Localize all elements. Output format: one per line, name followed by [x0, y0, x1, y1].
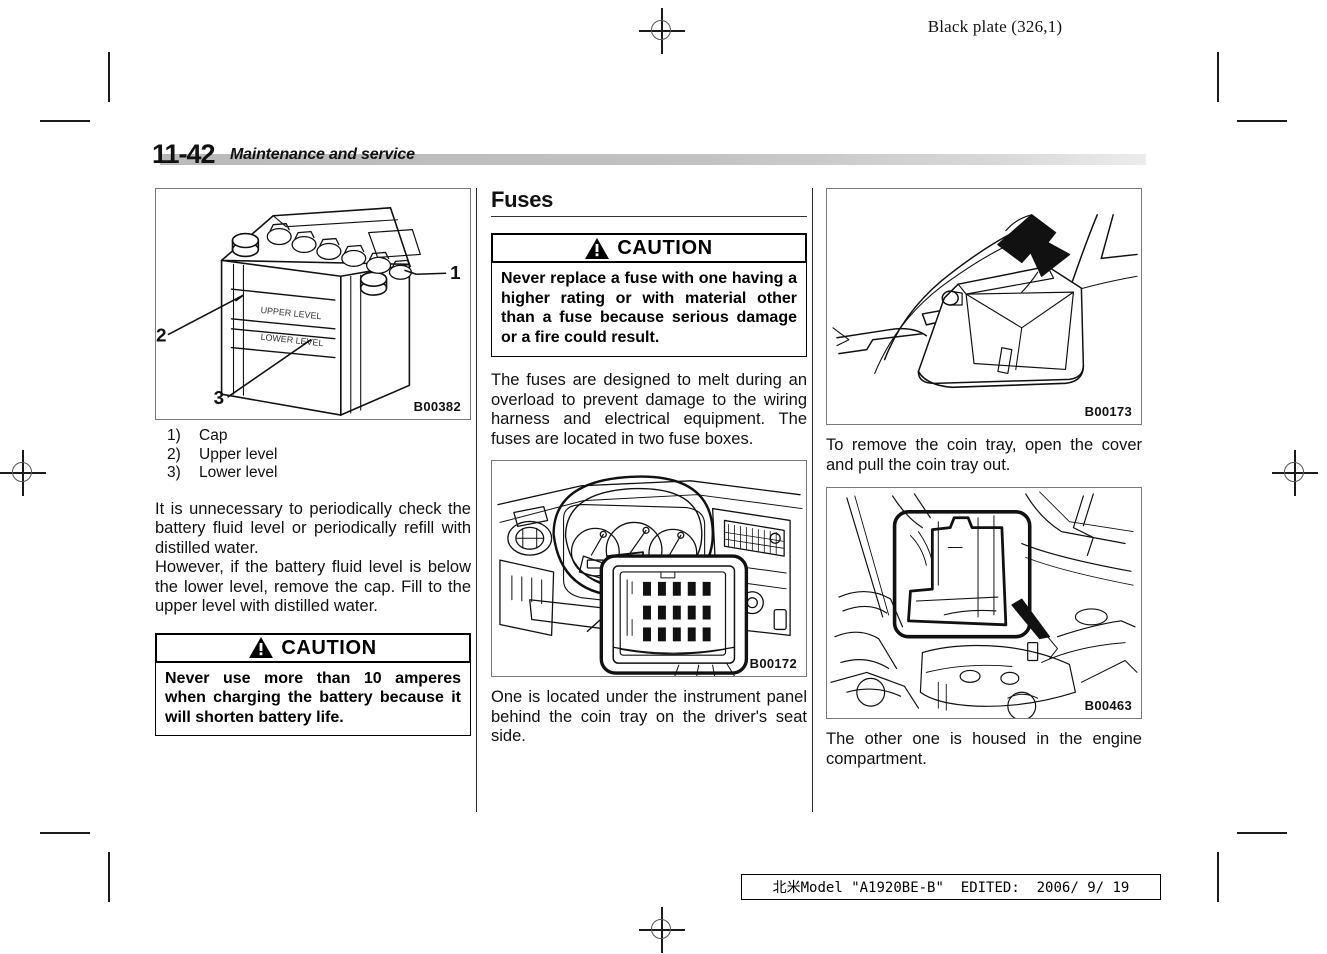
- column-left: UPPER LEVEL LOWER LEVEL 1 2 3 B00382 1) …: [155, 188, 471, 736]
- right-paragraph-2: The other one is housed in the engine co…: [826, 730, 1142, 768]
- battery-label-3: 3: [214, 387, 224, 408]
- legend-item: 2) Upper level: [155, 446, 471, 465]
- figure-code: B00382: [412, 399, 462, 414]
- right-paragraph-1: To remove the coin tray, open the cover …: [826, 436, 1142, 474]
- column-divider-1: [476, 188, 477, 812]
- registration-mark-right: [1272, 450, 1318, 496]
- coin-tray-illustration: [832, 214, 1138, 389]
- legend-item: 3) Lower level: [155, 464, 471, 483]
- legend-label: Cap: [199, 427, 228, 444]
- edition-stamp: 北米Model "A1920BE-B" EDITED: 2006/ 9/ 19: [741, 874, 1161, 900]
- middle-paragraph-1: The fuses are designed to melt during an…: [491, 371, 807, 448]
- left-paragraph-1: It is unnecessary to periodically check …: [155, 499, 471, 557]
- caution-heading: CAUTION: [617, 237, 713, 259]
- page-number: 11-42: [152, 139, 216, 169]
- registration-mark-top: [639, 8, 685, 54]
- column-divider-2: [812, 188, 813, 812]
- crop-mark-top-right: [1217, 52, 1287, 122]
- caution-text: Never use more than 10 amperes when char…: [155, 662, 471, 736]
- legend-number: 3): [167, 464, 181, 481]
- left-paragraph-2: However, if the battery fluid level is b…: [155, 558, 471, 615]
- dashboard-illustration: [497, 475, 803, 676]
- column-middle: Fuses CAUTION Never replace a fuse with …: [491, 188, 807, 747]
- engine-compartment-illustration: [830, 491, 1138, 718]
- figure-code: B00463: [1083, 698, 1133, 713]
- battery-illustration: UPPER LEVEL LOWER LEVEL 1 2 3: [156, 207, 461, 416]
- registration-mark-bottom: [639, 907, 685, 953]
- caution-text: Never replace a fuse with one having a h…: [491, 263, 807, 357]
- legend-item: 1) Cap: [155, 427, 471, 446]
- legend-label: Lower level: [199, 464, 278, 481]
- column-right: B00173 To remove the coin tray, open the…: [826, 188, 1142, 769]
- battery-label-1: 1: [450, 262, 460, 283]
- figure-code: B00173: [1083, 404, 1133, 419]
- figure-code: B00172: [748, 656, 798, 671]
- battery-label-2: 2: [156, 325, 166, 346]
- caution-heading: CAUTION: [281, 636, 377, 659]
- crop-mark-bottom-left: [40, 832, 110, 902]
- caution-header: CAUTION: [155, 632, 471, 663]
- legend-label: Upper level: [199, 445, 278, 463]
- warning-triangle-icon: [585, 237, 610, 259]
- legend-number: 2): [167, 445, 181, 463]
- fuse-box-dashboard-figure: B00172: [491, 460, 807, 677]
- manual-page: Black plate (326,1) 11-42 Maintenance an…: [0, 0, 1327, 954]
- registration-mark-left: [0, 450, 46, 496]
- middle-paragraph-2: One is located under the instrument pane…: [491, 688, 807, 745]
- warning-triangle-icon: [249, 637, 274, 658]
- black-plate-header: Black plate (326,1): [927, 17, 1063, 36]
- fuses-heading: Fuses: [491, 187, 554, 212]
- caution-box-battery: CAUTION Never use more than 10 amperes w…: [155, 632, 471, 736]
- caution-header: CAUTION: [491, 233, 807, 263]
- coin-tray-figure: B00173: [826, 188, 1142, 425]
- battery-legend: 1) Cap 2) Upper level 3) Lower level: [155, 427, 471, 483]
- section-title: Maintenance and service: [230, 146, 415, 163]
- crop-mark-bottom-right: [1217, 832, 1287, 902]
- caution-box-fuses: CAUTION Never replace a fuse with one ha…: [491, 233, 807, 357]
- crop-mark-top-left: [40, 52, 110, 122]
- battery-figure: UPPER LEVEL LOWER LEVEL 1 2 3 B00382: [155, 188, 471, 420]
- page-title: 11-42 Maintenance and service: [152, 139, 1146, 169]
- legend-number: 1): [167, 427, 181, 444]
- engine-compartment-figure: B00463: [826, 487, 1142, 719]
